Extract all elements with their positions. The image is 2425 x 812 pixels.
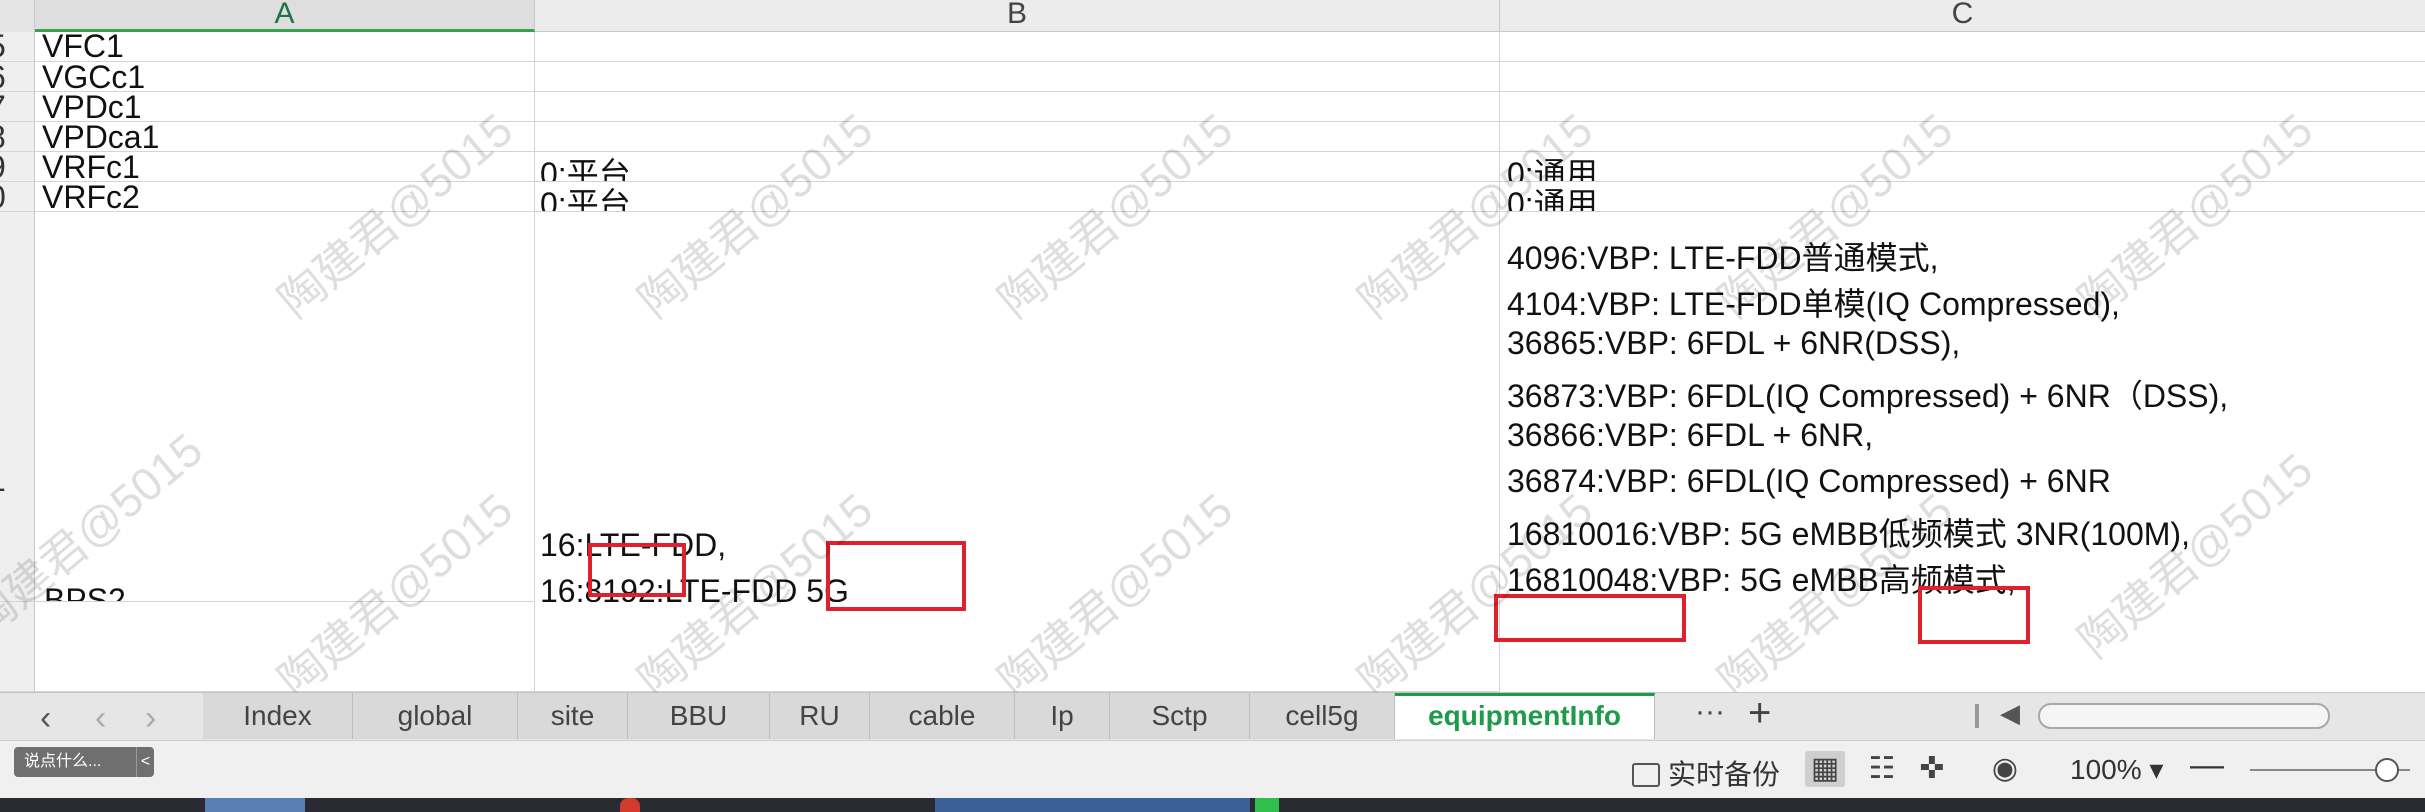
row-header[interactable]: 9 <box>0 152 35 182</box>
highlight-box-8192 <box>588 543 686 597</box>
zoom-level[interactable]: 100% ▾ <box>2070 753 2163 786</box>
prev-sheet-icon[interactable]: ‹ <box>40 699 51 738</box>
zoom-slider-knob[interactable] <box>2375 758 2399 782</box>
tab-ru[interactable]: RU <box>770 693 870 739</box>
taskbar-item[interactable] <box>205 798 305 812</box>
tab-index[interactable]: Index <box>203 693 353 739</box>
column-header-c[interactable]: C <box>1500 0 2425 32</box>
more-sheets-icon[interactable]: ··· <box>1695 695 1725 729</box>
cell-c[interactable]: 0:通用 <box>1500 152 2425 182</box>
cell-b[interactable]: 0:平台 <box>535 152 1500 182</box>
cell-a[interactable]: VRFc1 <box>35 152 535 182</box>
cell-a[interactable]: VGCc1 <box>35 62 535 92</box>
row-header[interactable]: 1 <box>0 212 35 602</box>
highlight-box-5g <box>826 541 966 611</box>
cell-a[interactable]: VFC1 <box>35 32 535 62</box>
realtime-backup-button[interactable]: 实时备份 <box>1632 753 1780 793</box>
normal-view-icon[interactable]: ▦ <box>1805 751 1845 787</box>
spreadsheet-grid: 5 VFC1 6 VGCc1 7 VPDc1 8 VPDca1 9 VRFc1 … <box>0 32 2425 692</box>
cell-c[interactable] <box>1500 122 2425 152</box>
scroll-splitter-icon[interactable] <box>1975 704 1979 728</box>
collapse-arrow-icon[interactable]: < <box>136 747 154 777</box>
highlight-box-low-freq <box>1918 586 2030 644</box>
row-header[interactable]: 5 <box>0 32 35 62</box>
prev-sheet-faded-icon[interactable]: ‹ <box>95 699 106 738</box>
backup-icon <box>1632 763 1660 787</box>
next-sheet-icon[interactable]: › <box>145 699 156 738</box>
taskbar-item-active[interactable] <box>935 798 1250 812</box>
cell-b[interactable] <box>535 32 1500 62</box>
row-header[interactable]: 7 <box>0 92 35 122</box>
chat-placeholder: 说点什么... <box>24 753 102 770</box>
taskbar-app-icon[interactable] <box>1255 798 1279 812</box>
cell-c[interactable] <box>1500 62 2425 92</box>
row-header[interactable] <box>0 602 35 692</box>
tab-ip[interactable]: Ip <box>1015 693 1110 739</box>
cell-a[interactable] <box>35 602 535 692</box>
scroll-left-icon[interactable]: ◀ <box>2000 698 2020 729</box>
page-layout-icon[interactable]: ☷ <box>1862 751 1902 787</box>
scroll-thumb[interactable] <box>2038 703 2330 729</box>
tab-cable[interactable]: cable <box>870 693 1015 739</box>
tab-equipmentinfo[interactable]: equipmentInfo <box>1395 693 1655 739</box>
tab-site[interactable]: site <box>518 693 628 739</box>
chat-input-pill[interactable]: 说点什么... < <box>14 747 154 777</box>
taskbar <box>0 798 2425 812</box>
column-header-bar: A B C <box>0 0 2425 32</box>
cell-a[interactable]: VPDc1 <box>35 92 535 122</box>
highlight-box-16810016 <box>1494 594 1686 642</box>
horizontal-scrollbar[interactable]: ◀ <box>1970 698 2425 732</box>
tab-sctp[interactable]: Sctp <box>1110 693 1250 739</box>
column-header-a[interactable]: A <box>35 0 535 32</box>
cell-c[interactable] <box>1500 92 2425 122</box>
status-bar: 说点什么... < 实时备份 ▦ ☷ ✜ ◉ 100% ▾ — <box>0 740 2425 798</box>
cell-b[interactable] <box>535 92 1500 122</box>
cell-a[interactable]: VPDca1 <box>35 122 535 152</box>
tab-global[interactable]: global <box>353 693 518 739</box>
zoom-out-button[interactable]: — <box>2190 746 2224 785</box>
backup-label: 实时备份 <box>1668 759 1781 790</box>
cell-a[interactable]: VRFc2 <box>35 182 535 212</box>
page-break-view-icon[interactable]: ✜ <box>1912 751 1952 787</box>
cell-b[interactable] <box>535 62 1500 92</box>
column-header-b[interactable]: B <box>535 0 1500 32</box>
row-header[interactable]: 6 <box>0 62 35 92</box>
eye-protection-icon[interactable]: ◉ <box>1985 751 2025 787</box>
cell-a-bps2[interactable]: BPS2 <box>35 212 535 602</box>
cell-c[interactable]: 0:通用 <box>1500 182 2425 212</box>
tab-bbu[interactable]: BBU <box>628 693 770 739</box>
row-header[interactable]: 0 <box>0 182 35 212</box>
cell-b[interactable] <box>535 122 1500 152</box>
cell-b[interactable] <box>535 602 1500 692</box>
add-sheet-icon[interactable]: + <box>1748 691 1771 736</box>
cell-b[interactable]: 0:平台 <box>535 182 1500 212</box>
row-header[interactable]: 8 <box>0 122 35 152</box>
taskbar-app-icon[interactable] <box>620 798 640 812</box>
select-all-corner[interactable] <box>0 0 35 32</box>
cell-c[interactable] <box>1500 32 2425 62</box>
tab-cell5g[interactable]: cell5g <box>1250 693 1395 739</box>
